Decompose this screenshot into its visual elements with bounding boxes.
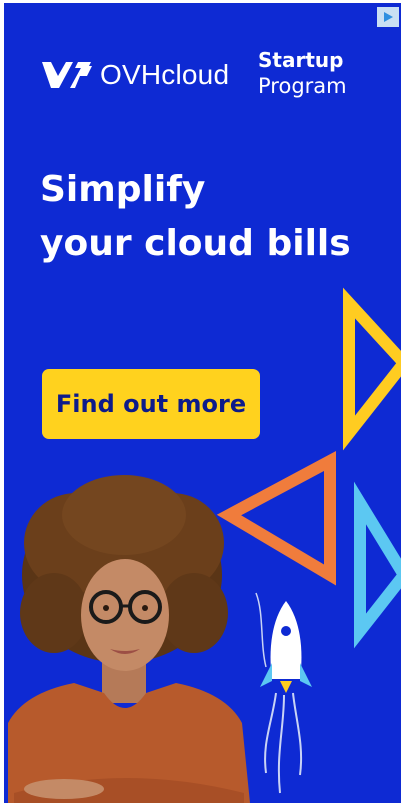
ad-frame: OVHcloud Startup Program Simplify your c…: [0, 0, 403, 805]
headline-line-2: your cloud bills: [40, 223, 351, 264]
program-line-1: Startup: [258, 48, 344, 72]
ovhcloud-banner-ad[interactable]: OVHcloud Startup Program Simplify your c…: [4, 3, 401, 803]
startup-program-label: Startup Program: [258, 47, 347, 99]
headline: Simplify your cloud bills: [40, 163, 351, 271]
rocket-icon: [255, 592, 312, 794]
headline-line-1: Simplify: [40, 169, 206, 210]
woman-with-glasses-image: [8, 475, 250, 803]
program-line-2: Program: [258, 74, 347, 98]
orange-triangle-icon: [216, 450, 336, 586]
light-blue-triangle-icon: [354, 481, 401, 649]
play-triangle-icon: [384, 12, 393, 22]
ovhcloud-logo-icon: [42, 62, 92, 88]
ovhcloud-logo[interactable]: OVHcloud: [42, 59, 229, 91]
adchoices-button[interactable]: [377, 7, 399, 27]
yellow-triangle-icon: [343, 287, 401, 451]
find-out-more-button[interactable]: Find out more: [42, 369, 260, 439]
brand-name: OVHcloud: [100, 59, 230, 90]
